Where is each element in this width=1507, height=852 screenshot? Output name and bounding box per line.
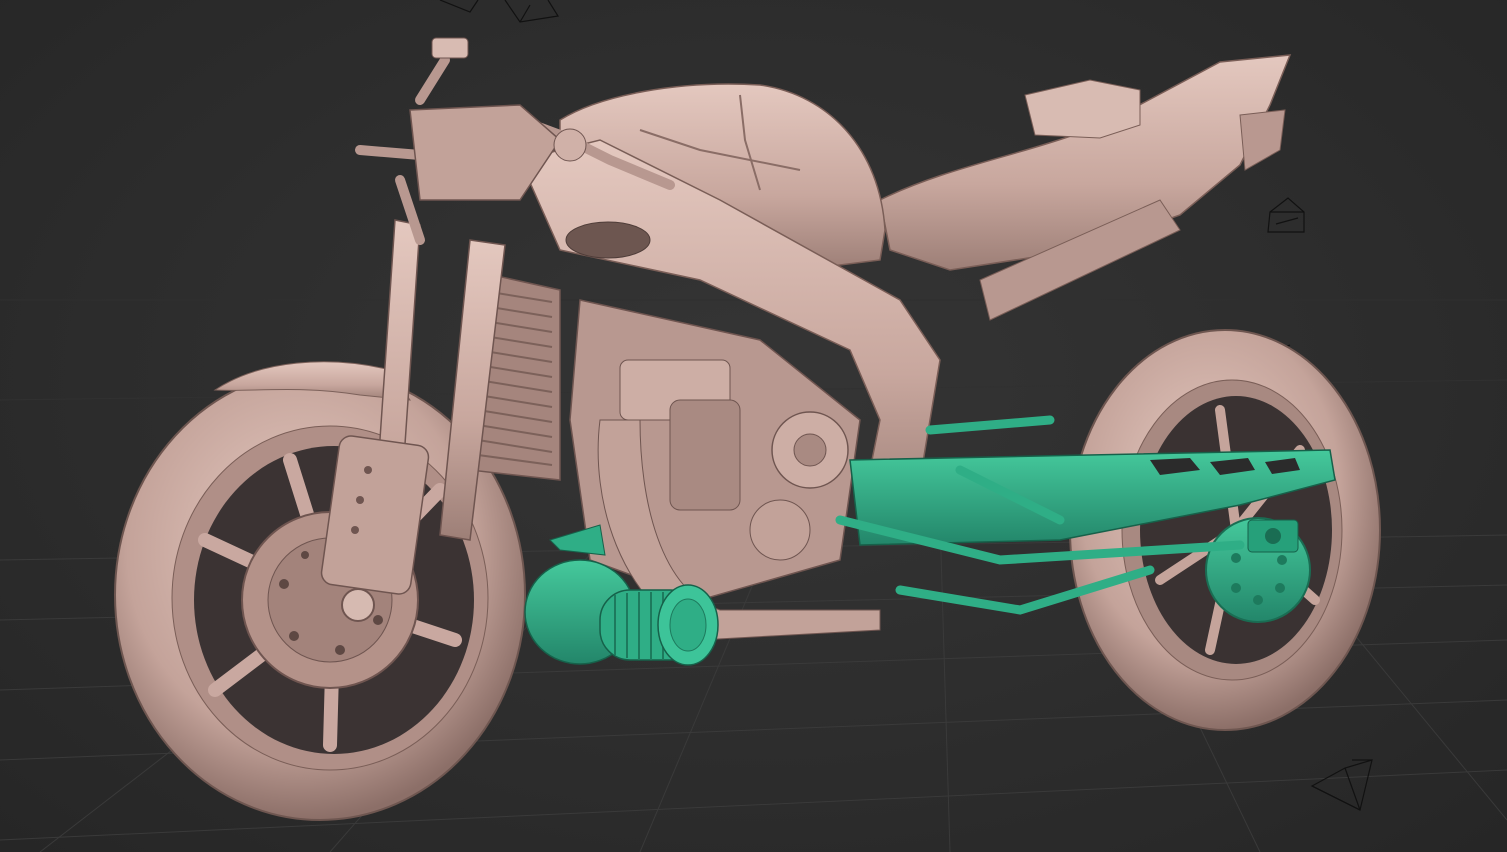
viewport-canvas[interactable] — [0, 0, 1507, 852]
camera-gizmo-icon[interactable] — [1267, 197, 1305, 233]
motorcycle-model[interactable] — [114, 37, 1381, 821]
brake-reservoir[interactable] — [431, 37, 469, 59]
camera-gizmo-icon[interactable] — [1310, 759, 1373, 811]
tail-section[interactable] — [879, 54, 1292, 321]
camera-gizmo-icon[interactable] — [439, 0, 559, 23]
rear-wheel[interactable] — [1069, 329, 1381, 731]
3d-viewport[interactable] — [0, 0, 1507, 852]
